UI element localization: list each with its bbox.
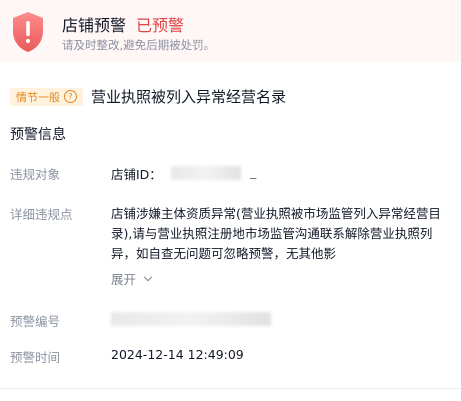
- warning-header: 店铺预警 已预警 请及时整改,避免后期被处罚。: [0, 0, 461, 62]
- target-value: 店铺ID：: [111, 164, 162, 183]
- severity-badge: 情节一般 ?: [10, 87, 83, 106]
- status-badge: 已预警: [136, 16, 185, 35]
- detail-text: 店铺涉嫌主体资质异常(营业执照被市场监管列入异常经营目录),请与营业执照注册地市…: [111, 206, 441, 261]
- expand-label: 展开: [111, 272, 137, 287]
- detail-label: 详细违规点: [10, 207, 73, 222]
- violation-title: 营业执照被列入异常经营名录: [91, 88, 287, 106]
- bottom-divider: [0, 388, 461, 389]
- masked-warning-number: [111, 312, 271, 326]
- header-subtitle: 请及时整改,避免后期被处罚。: [62, 38, 216, 52]
- violation-summary-row: 情节一般 ? 营业执照被列入异常经营名录: [10, 86, 286, 107]
- question-circle-icon[interactable]: ?: [64, 90, 77, 103]
- masked-store-id: [171, 166, 241, 180]
- expand-toggle[interactable]: 展开: [111, 269, 153, 288]
- chevron-down-icon: [143, 276, 153, 281]
- warning-time-label: 预警时间: [10, 350, 61, 365]
- target-label: 违规对象: [10, 167, 61, 182]
- severity-label: 情节一般: [16, 90, 60, 104]
- warning-number-label: 预警编号: [10, 314, 61, 329]
- header-title-row: 店铺预警 已预警: [62, 12, 184, 36]
- target-value-tail: _: [250, 164, 257, 179]
- page-title: 店铺预警: [62, 16, 127, 35]
- warning-time-value: 2024-12-14 12:49:09: [111, 347, 244, 362]
- target-value-prefix: 店铺ID：: [111, 167, 162, 182]
- shield-alert-icon: [8, 10, 48, 54]
- section-title: 预警信息: [10, 127, 66, 143]
